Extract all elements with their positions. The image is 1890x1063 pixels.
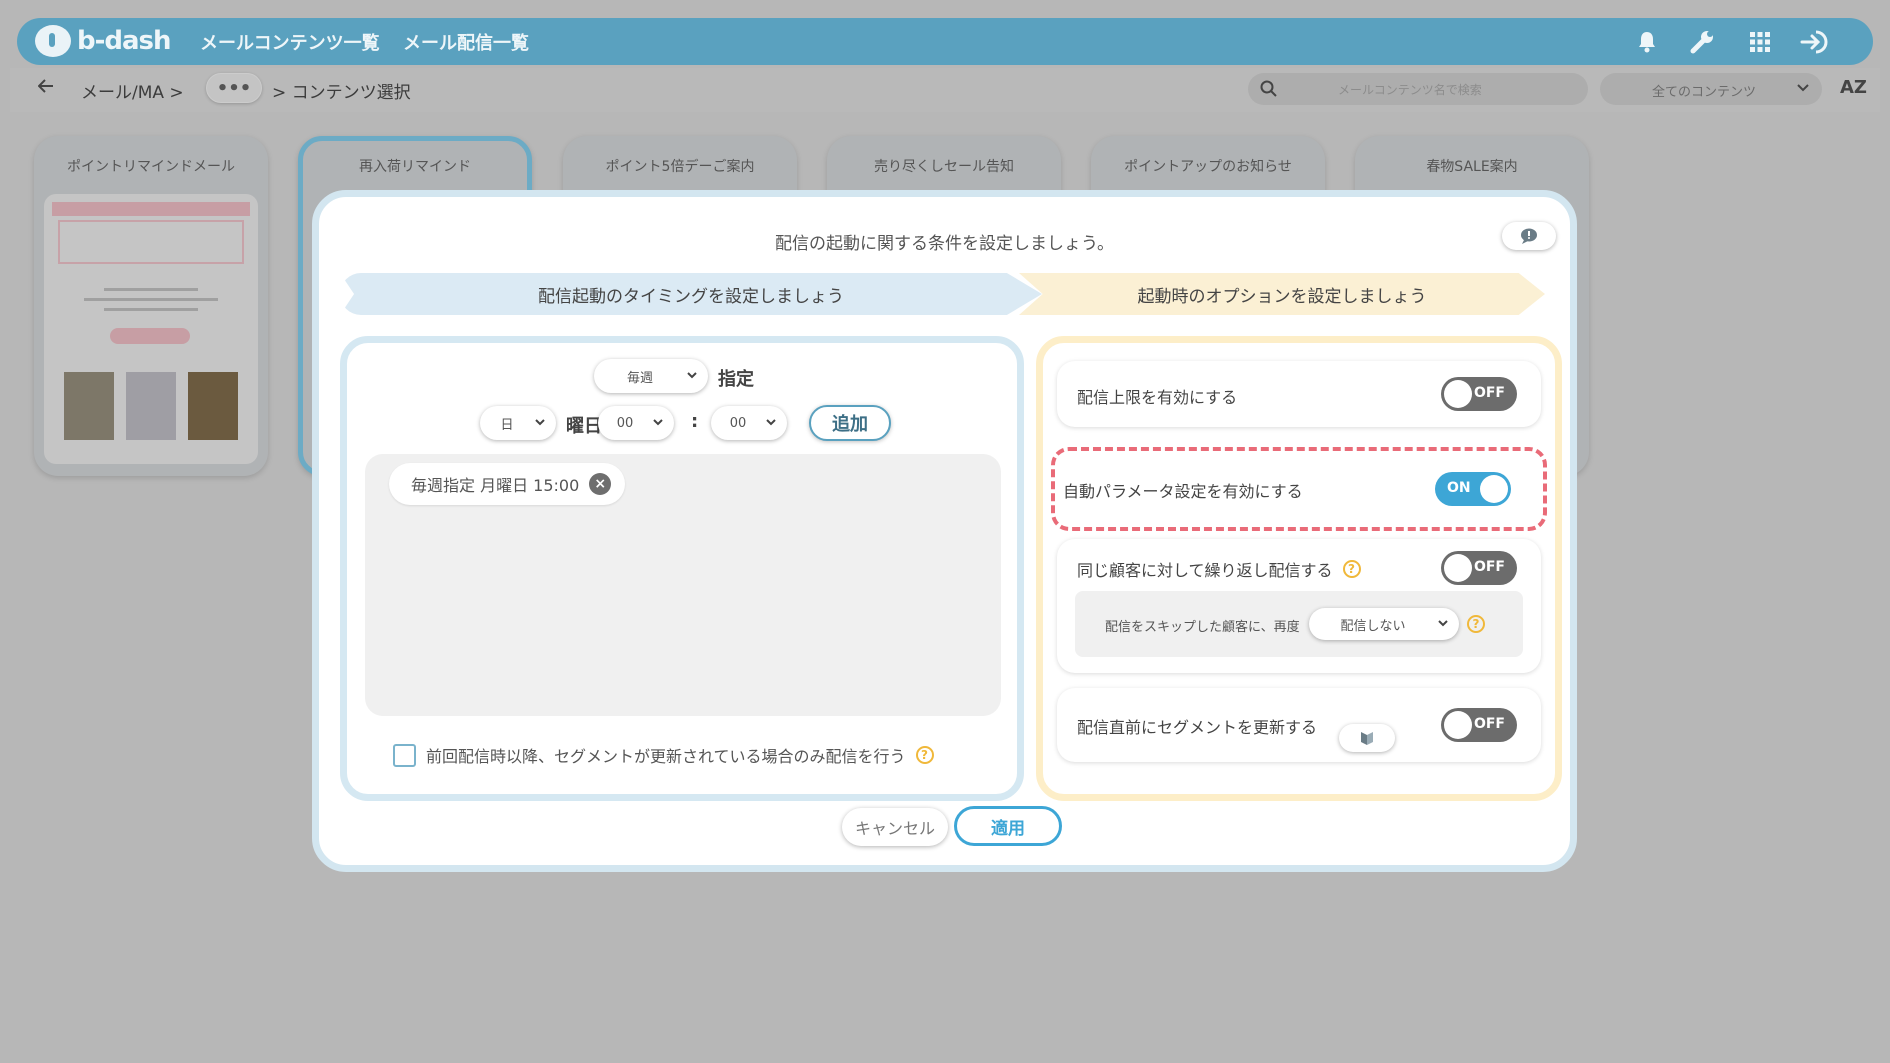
card-title: ポイント5倍デーご案内 bbox=[605, 159, 755, 175]
help-question-icon[interactable]: ? bbox=[1342, 560, 1361, 578]
option-repeat-label: 同じ顧客に対して繰り返し配信する bbox=[1077, 561, 1333, 580]
apply-button[interactable]: 適用 bbox=[954, 806, 1062, 846]
content-card[interactable]: ポイントリマインドメール bbox=[34, 136, 268, 476]
card-title: 売り尽くしセール告知 bbox=[874, 159, 1014, 175]
step-options: 起動時のオプションを設定しましょう bbox=[1019, 273, 1545, 315]
sort-az-button[interactable]: AZ bbox=[1840, 77, 1867, 98]
repeat-sub-label: 配信をスキップした顧客に、再度 bbox=[1105, 620, 1300, 635]
option-segment-label: 配信直前にセグメントを更新する bbox=[1077, 718, 1318, 737]
option-repeat-row: 同じ顧客に対して繰り返し配信する ? bbox=[1077, 557, 1361, 581]
breadcrumb-current: > コンテンツ選択 bbox=[272, 83, 411, 103]
logo-text: b-dash bbox=[77, 26, 172, 56]
wrench-icon[interactable] bbox=[1689, 29, 1715, 55]
segment-toggle[interactable]: OFF bbox=[1441, 708, 1517, 742]
frequency-select[interactable]: 毎週 bbox=[594, 359, 708, 393]
card-title: ポイントアップのお知らせ bbox=[1124, 159, 1292, 175]
help-button[interactable] bbox=[1502, 222, 1556, 250]
card-title: ポイントリマインドメール bbox=[67, 159, 235, 175]
breadcrumb-bar: メール/MA > ••• > コンテンツ選択 メールコンテンツ名で検索 全てのコ… bbox=[10, 68, 1880, 112]
logout-icon[interactable] bbox=[1800, 29, 1832, 55]
weekday-suffix: 曜日 bbox=[566, 416, 602, 437]
step-timing: 配信起動のタイミングを設定しましょう bbox=[340, 273, 1042, 315]
help-question-icon[interactable]: ? bbox=[1467, 615, 1485, 633]
chevron-down-icon bbox=[686, 369, 708, 384]
top-navigation-bar: b-dash メールコンテンツ一覧 メール配信一覧 bbox=[17, 18, 1873, 65]
timing-chip: 毎週指定 月曜日 15:00 × bbox=[389, 463, 626, 505]
app-logo[interactable]: b-dash bbox=[35, 22, 172, 60]
timing-chip-label: 毎週指定 月曜日 15:00 bbox=[411, 476, 580, 495]
weekday-value: 日 bbox=[500, 417, 514, 433]
content-filter-select[interactable]: 全てのコンテンツ bbox=[1600, 73, 1822, 105]
auto-param-toggle[interactable]: ON bbox=[1435, 472, 1511, 506]
add-timing-button[interactable]: 追加 bbox=[809, 405, 891, 441]
hour-value: 00 bbox=[616, 415, 634, 431]
search-placeholder: メールコンテンツ名で検索 bbox=[1338, 83, 1482, 97]
chevron-down-icon bbox=[534, 416, 556, 431]
bell-icon[interactable] bbox=[1634, 29, 1660, 55]
grid-icon[interactable] bbox=[1747, 29, 1773, 55]
help-bubble-icon bbox=[1521, 228, 1537, 244]
option-auto-param-label: 自動パラメータ設定を有効にする bbox=[1063, 482, 1303, 501]
repeat-select-value: 配信しない bbox=[1340, 618, 1406, 634]
repeat-sub-settings: 配信をスキップした顧客に、再度 配信しない ? bbox=[1075, 591, 1523, 657]
delivery-trigger-modal: 配信の起動に関する条件を設定しましょう。 配信起動のタイミングを設定しましょう … bbox=[312, 190, 1577, 872]
back-arrow-icon[interactable] bbox=[37, 78, 54, 98]
segment-updated-only-label: 前回配信時以降、セグメントが更新されている場合のみ配信を行う bbox=[426, 747, 906, 766]
breadcrumb-root[interactable]: メール/MA > bbox=[81, 78, 184, 103]
option-repeat-card: 同じ顧客に対して繰り返し配信する ? OFF 配信をスキップした顧客に、再度 配… bbox=[1057, 539, 1541, 673]
nav-mail-contents[interactable]: メールコンテンツ一覧 bbox=[200, 18, 380, 65]
option-segment-card: 配信直前にセグメントを更新する OFF bbox=[1057, 688, 1541, 762]
modal-title: 配信の起動に関する条件を設定しましょう。 bbox=[775, 234, 1114, 254]
repeat-select[interactable]: 配信しない bbox=[1309, 608, 1459, 640]
segment-updated-only-checkbox[interactable] bbox=[393, 743, 416, 767]
card-title: 再入荷リマインド bbox=[359, 159, 471, 175]
cancel-button[interactable]: キャンセル bbox=[842, 808, 948, 846]
frequency-suffix: 指定 bbox=[718, 369, 754, 390]
option-auto-param-card: 自動パラメータ設定を有効にする ON bbox=[1057, 453, 1541, 525]
logo-bubble-icon bbox=[35, 25, 71, 57]
search-icon bbox=[1260, 80, 1278, 102]
option-limit-card: 配信上限を有効にする OFF bbox=[1057, 361, 1541, 427]
card-preview bbox=[44, 194, 258, 464]
nav-mail-deliveries[interactable]: メール配信一覧 bbox=[403, 18, 529, 65]
card-title: 春物SALE案内 bbox=[1426, 159, 1518, 175]
chevron-down-icon bbox=[1796, 81, 1810, 99]
breadcrumb-more-button[interactable]: ••• bbox=[206, 73, 262, 103]
minute-value: 00 bbox=[729, 415, 747, 431]
minute-select[interactable]: 00 bbox=[711, 406, 787, 440]
search-input[interactable]: メールコンテンツ名で検索 bbox=[1248, 73, 1588, 105]
segment-info-button[interactable] bbox=[1339, 724, 1395, 752]
option-limit-label: 配信上限を有効にする bbox=[1077, 388, 1238, 407]
timing-list: 毎週指定 月曜日 15:00 × bbox=[365, 454, 1001, 716]
weekday-select[interactable]: 日 bbox=[480, 406, 556, 440]
options-panel: 配信上限を有効にする OFF 自動パラメータ設定を有効にする ON 同じ顧客に対… bbox=[1036, 336, 1562, 801]
filter-value: 全てのコンテンツ bbox=[1652, 85, 1757, 100]
remove-chip-icon[interactable]: × bbox=[589, 473, 612, 495]
chevron-down-icon bbox=[652, 416, 674, 431]
segment-updated-only-row: 前回配信時以降、セグメントが更新されている場合のみ配信を行う ? bbox=[393, 743, 934, 767]
frequency-value: 毎週 bbox=[626, 370, 653, 386]
timing-panel: 毎週 指定 日 曜日 00 : 00 追加 毎週指定 月曜日 15:00 × 前… bbox=[340, 336, 1024, 801]
help-question-icon[interactable]: ? bbox=[915, 746, 934, 764]
repeat-toggle[interactable]: OFF bbox=[1441, 551, 1517, 585]
hour-select[interactable]: 00 bbox=[598, 406, 674, 440]
chevron-down-icon bbox=[1437, 617, 1459, 632]
shield-leaf-icon bbox=[1361, 732, 1373, 745]
limit-toggle[interactable]: OFF bbox=[1441, 377, 1517, 411]
chevron-down-icon bbox=[765, 416, 787, 431]
time-colon: : bbox=[691, 411, 699, 432]
